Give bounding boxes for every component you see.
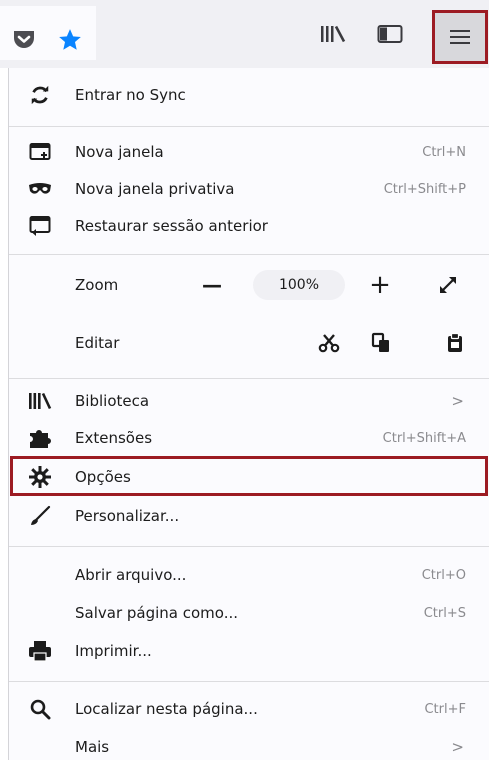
separator [9, 681, 489, 682]
menu-item-new-window-label: Nova janela [75, 143, 164, 161]
shortcut-open-file: Ctrl+O [421, 567, 466, 583]
restore-session-icon [27, 213, 53, 239]
fullscreen-button[interactable] [433, 270, 463, 300]
shortcut-new-window: Ctrl+N [422, 144, 466, 160]
menu-item-print[interactable]: Imprimir... [9, 632, 489, 670]
separator [9, 378, 489, 379]
browser-toolbar [0, 0, 489, 68]
menu-item-more[interactable]: Mais > [9, 728, 489, 760]
separator [9, 126, 489, 127]
separator [9, 546, 489, 547]
menu-item-options-label: Opções [75, 468, 131, 486]
menu-item-more-label: Mais [75, 738, 110, 756]
scissors-icon [318, 334, 340, 353]
zoom-in-button[interactable]: + [365, 270, 395, 300]
zoom-reset-button[interactable]: 100% [253, 270, 345, 300]
library-icon[interactable] [318, 20, 348, 48]
menu-item-addons-label: Extensões [75, 429, 153, 447]
copy-icon [371, 332, 389, 352]
menu-item-library-label: Biblioteca [75, 392, 150, 410]
paste-icon [448, 332, 462, 352]
menu-item-private-window[interactable]: Nova janela privativa Ctrl+Shift+P [9, 170, 489, 208]
menu-item-zoom: Zoom — 100% + [9, 266, 489, 304]
shortcut-find: Ctrl+F [424, 701, 466, 717]
expand-icon [440, 277, 456, 293]
zoom-out-button[interactable]: — [197, 270, 227, 300]
magnifier-icon [27, 696, 53, 722]
menu-item-customize[interactable]: Personalizar... [9, 497, 489, 535]
paste-button[interactable] [441, 329, 469, 357]
zoom-label: Zoom [75, 276, 119, 294]
menu-item-options[interactable]: Opções [9, 458, 489, 496]
menu-item-print-label: Imprimir... [75, 642, 152, 660]
menu-item-find-label: Localizar nesta página... [75, 700, 258, 718]
menu-item-edit: Editar [9, 324, 489, 362]
separator [9, 254, 489, 255]
menu-item-addons[interactable]: Extensões Ctrl+Shift+A [9, 419, 489, 457]
menu-item-save-page[interactable]: Salvar página como... Ctrl+S [9, 594, 489, 632]
sidebar-icon[interactable] [374, 20, 406, 48]
shortcut-addons: Ctrl+Shift+A [382, 430, 466, 446]
edit-label: Editar [75, 334, 120, 352]
gear-icon [27, 464, 53, 490]
menu-item-customize-label: Personalizar... [75, 507, 180, 525]
app-menu-panel: Entrar no Sync Nova janela Ctrl+N Nova j… [8, 68, 489, 760]
chevron-right-icon: > [451, 738, 464, 756]
menu-item-sync[interactable]: Entrar no Sync [9, 76, 489, 114]
menu-item-restore-session[interactable]: Restaurar sessão anterior [9, 207, 489, 245]
menu-item-open-file-label: Abrir arquivo... [75, 566, 187, 584]
private-mask-icon [27, 176, 53, 202]
chevron-right-icon: > [451, 392, 464, 410]
hamburger-menu-button[interactable] [432, 10, 488, 64]
printer-icon [27, 638, 53, 664]
menu-item-save-page-label: Salvar página como... [75, 604, 239, 622]
cut-button[interactable] [315, 329, 343, 357]
paintbrush-icon [27, 503, 53, 529]
shortcut-private-window: Ctrl+Shift+P [383, 181, 466, 197]
sync-icon [27, 82, 53, 108]
menu-item-sync-label: Entrar no Sync [75, 86, 186, 104]
copy-button[interactable] [367, 329, 395, 357]
menu-item-private-window-label: Nova janela privativa [75, 180, 235, 198]
menu-item-library[interactable]: Biblioteca > [9, 382, 489, 420]
puzzle-icon [27, 425, 53, 451]
menu-item-restore-session-label: Restaurar sessão anterior [75, 217, 268, 235]
bookmark-star-icon[interactable] [54, 24, 86, 56]
pocket-icon[interactable] [10, 26, 38, 54]
toolbar-left-area [0, 6, 96, 60]
menu-item-new-window[interactable]: Nova janela Ctrl+N [9, 133, 489, 171]
shortcut-save-page: Ctrl+S [423, 605, 466, 621]
new-window-icon [27, 139, 53, 165]
menu-item-open-file[interactable]: Abrir arquivo... Ctrl+O [9, 556, 489, 594]
menu-item-find[interactable]: Localizar nesta página... Ctrl+F [9, 690, 489, 728]
library-icon [27, 388, 53, 414]
hamburger-menu-icon [450, 30, 470, 44]
